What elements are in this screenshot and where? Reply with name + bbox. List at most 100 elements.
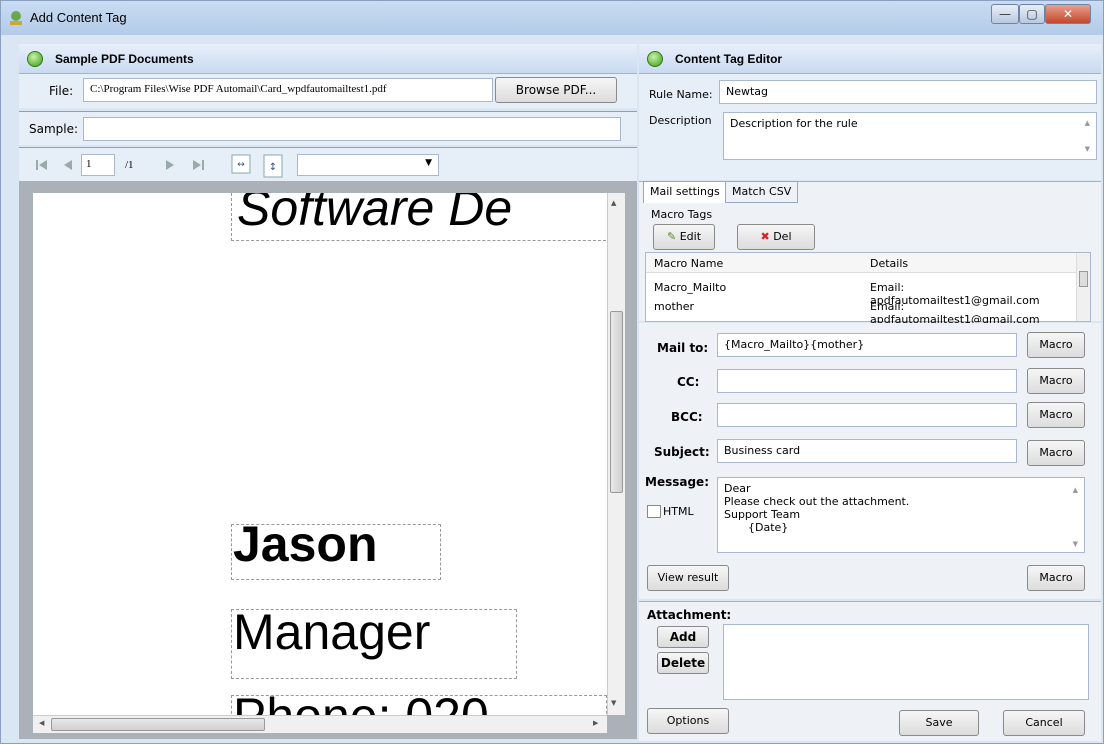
attachment-section: Attachment: Add Delete Options Save Canc… [639,601,1101,741]
scroll-down-icon[interactable]: ▼ [1085,145,1090,153]
first-page-icon[interactable] [35,158,49,172]
table-row[interactable]: mother Email: apdfautomailtest1@gmail.co… [646,298,1076,326]
macro-table: Macro Name Details Macro_Mailto Email: a… [645,252,1091,326]
tab-match-csv[interactable]: Match CSV [725,181,799,203]
chevron-down-icon: ▼ [425,158,432,168]
rule-name-label: Rule Name: [649,88,713,101]
pdf-toolbar: 1 /1 ↔ ↕ ▼ [19,147,637,181]
file-path-field[interactable]: C:\Program Files\Wise PDF Automail\Card_… [83,78,493,102]
mail-to-macro-button[interactable]: Macro [1027,332,1085,358]
last-page-icon[interactable] [191,158,205,172]
macro-name-cell: mother [654,300,695,313]
column-header-macro-name[interactable]: Macro Name [654,257,723,270]
description-text: Description for the rule [730,117,858,130]
bcc-label: BCC: [671,410,703,424]
fit-width-icon[interactable]: ↔ [231,154,251,174]
file-row: File: C:\Program Files\Wise PDF Automail… [19,74,637,108]
step-two-icon [647,51,663,67]
vertical-scrollbar[interactable]: ▲ ▼ [607,193,625,715]
column-header-details[interactable]: Details [870,257,908,270]
title-bar: Add Content Tag — ▢ ✕ [1,1,1103,35]
subject-macro-button[interactable]: Macro [1027,440,1085,466]
previous-page-icon[interactable] [61,158,75,172]
table-scroll-thumb[interactable] [1079,271,1088,287]
edit-label: Edit [679,230,702,243]
html-checkbox[interactable] [647,505,661,518]
sample-field[interactable] [83,117,621,141]
message-label: Message: [645,475,709,489]
message-line: Please check out the attachment. [724,495,910,508]
bcc-macro-button[interactable]: Macro [1027,402,1085,428]
macro-name-cell: Macro_Mailto [654,281,727,294]
del-label: Del [773,230,792,243]
view-result-button[interactable]: View result [647,565,729,591]
save-button[interactable]: Save [899,710,979,736]
sample-pdf-header: Sample PDF Documents [19,44,637,74]
scroll-up-icon[interactable]: ▲ [1073,484,1078,497]
cc-input[interactable] [717,369,1017,393]
fit-height-icon[interactable]: ↕ [263,154,283,178]
content-tag-editor-title: Content Tag Editor [675,52,783,66]
close-button[interactable]: ✕ [1045,4,1091,24]
del-button[interactable]: ✖ Del [737,224,815,250]
delete-x-icon: ✖ [760,230,770,243]
description-input[interactable]: Description for the rule ▲ ▼ [723,112,1097,160]
table-row[interactable]: Macro_Mailto Email: apdfautomailtest1@gm… [646,279,1076,307]
options-button[interactable]: Options [647,708,729,734]
scroll-up-icon[interactable]: ▲ [1085,119,1090,127]
sample-label: Sample: [29,122,79,136]
mail-to-input[interactable]: {Macro_Mailto}{mother} [717,333,1017,357]
mail-settings-panel: Mail settings Match CSV Macro Tags ✎ Edi… [639,181,1101,326]
mail-compose-section: Mail to: {Macro_Mailto}{mother} Macro CC… [639,323,1101,599]
page-number-input[interactable]: 1 [81,154,115,176]
attachment-list[interactable] [723,624,1089,700]
horizontal-scroll-thumb[interactable] [51,718,265,731]
file-label: File: [49,84,74,98]
description-label: Description [649,114,712,127]
delete-attachment-button[interactable]: Delete [657,652,709,674]
message-textarea[interactable]: Dear Please check out the attachment. Su… [717,477,1085,553]
window-title: Add Content Tag [30,10,127,25]
pdf-text-phone: Phone: 020 [233,687,489,715]
edit-button[interactable]: ✎ Edit [653,224,715,250]
content-tag-editor-header: Content Tag Editor [639,44,1101,74]
next-page-icon[interactable] [163,158,177,172]
pdf-text-title: Manager [233,604,431,660]
message-line: {Date} [748,521,789,534]
rule-section: Rule Name: Newtag Description Descriptio… [639,74,1101,180]
subject-input[interactable]: Business card [717,439,1017,463]
pdf-page: Software De Jason Manager Phone: 020 [33,193,607,715]
sample-pdf-title: Sample PDF Documents [55,52,194,66]
dialog-window: Add Content Tag — ▢ ✕ Sample PDF Documen… [0,0,1104,744]
svg-text:↕: ↕ [269,162,277,173]
horizontal-scrollbar[interactable]: ◀ ▶ [33,715,607,733]
rule-name-input[interactable]: Newtag [719,80,1097,104]
table-scrollbar[interactable] [1076,253,1090,321]
cancel-button[interactable]: Cancel [1003,710,1085,736]
message-macro-button[interactable]: Macro [1027,565,1085,591]
macro-table-header: Macro Name Details [646,253,1076,273]
edit-icon: ✎ [666,230,677,243]
app-icon [10,11,22,25]
attachment-label: Attachment: [647,608,732,622]
message-line: Support Team [724,508,801,521]
vertical-scroll-thumb[interactable] [610,311,623,493]
bcc-input[interactable] [717,403,1017,427]
minimize-button[interactable]: — [991,4,1019,24]
message-line: Dear [724,482,751,495]
svg-text:↔: ↔ [237,160,245,170]
pdf-text-name: Jason [233,516,378,572]
step-one-icon [27,51,43,67]
add-attachment-button[interactable]: Add [657,626,709,648]
page-total: /1 [125,159,134,171]
scroll-down-icon[interactable]: ▼ [1073,538,1078,551]
cc-macro-button[interactable]: Macro [1027,368,1085,394]
html-label: HTML [663,505,694,518]
macro-tags-label: Macro Tags [651,208,713,221]
browse-pdf-button[interactable]: Browse PDF... [495,77,617,103]
tab-mail-settings[interactable]: Mail settings [643,181,727,203]
zoom-select[interactable]: ▼ [297,154,439,176]
maximize-button[interactable]: ▢ [1019,4,1045,24]
subject-label: Subject: [654,445,710,459]
mail-to-label: Mail to: [657,341,709,355]
